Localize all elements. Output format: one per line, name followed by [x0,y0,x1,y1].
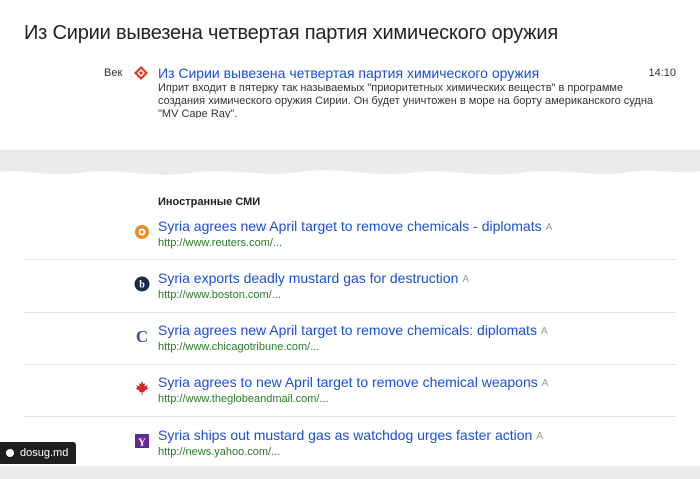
translate-icon[interactable]: A [542,378,549,389]
svg-text:Y: Y [138,437,146,449]
news-link[interactable]: Syria exports deadly mustard gas for des… [158,270,469,286]
story-time: 14:10 [648,67,676,79]
reuters-logo-icon [135,225,149,239]
torn-edge-divider [0,118,700,141]
translate-icon[interactable]: A [546,222,553,233]
news-url: http://www.reuters.com/... [158,237,283,249]
watermark: dosug.md [0,442,77,464]
news-link[interactable]: Syria agrees new April target to remove … [158,218,552,234]
row-divider [24,364,676,365]
top-story-link[interactable]: Из Сирии вывезена четвертая партия химич… [158,65,539,81]
section-title: Иностранные СМИ [158,196,261,208]
row-divider [24,259,676,260]
chicago-tribune-logo-icon: C [136,328,148,344]
row-divider [24,416,676,417]
maple-leaf-icon [135,381,149,395]
news-url: http://news.yahoo.com/... [158,446,281,458]
news-url: http://www.chicagotribune.com/... [158,341,320,353]
watermark-logo-icon [6,449,14,458]
news-url: http://www.theglobeandmail.com/... [158,393,329,405]
translate-icon[interactable]: A [536,431,543,442]
list-item: C Syria agrees new April target to remov… [24,322,676,374]
page-title: Из Сирии вывезена четвертая партия химич… [24,22,558,44]
news-link[interactable]: Syria agrees to new April target to remo… [158,374,548,390]
svg-text:b: b [139,280,145,291]
list-item: b Syria exports deadly mustard gas for d… [24,270,676,322]
watermark-text: dosug.md [20,447,69,459]
red-diamond-icon [134,66,148,80]
list-item: Syria agrees to new April target to remo… [24,374,676,426]
source-name[interactable]: Век [104,67,122,79]
yahoo-logo-icon: Y [135,434,149,449]
news-link[interactable]: Syria ships out mustard gas as watchdog … [158,427,543,443]
story-snippet: Иприт входит в пятерку так называемых "п… [158,82,654,120]
svg-text:C: C [136,328,148,344]
translate-icon[interactable]: A [462,274,469,285]
news-link[interactable]: Syria agrees new April target to remove … [158,322,548,338]
list-item: Syria agrees new April target to remove … [24,218,676,270]
translate-icon[interactable]: A [541,326,548,337]
boston-globe-logo-icon: b [134,276,150,292]
news-url: http://www.boston.com/... [158,289,281,301]
row-divider [24,312,676,313]
list-item: Y Syria ships out mustard gas as watchdo… [24,427,676,479]
